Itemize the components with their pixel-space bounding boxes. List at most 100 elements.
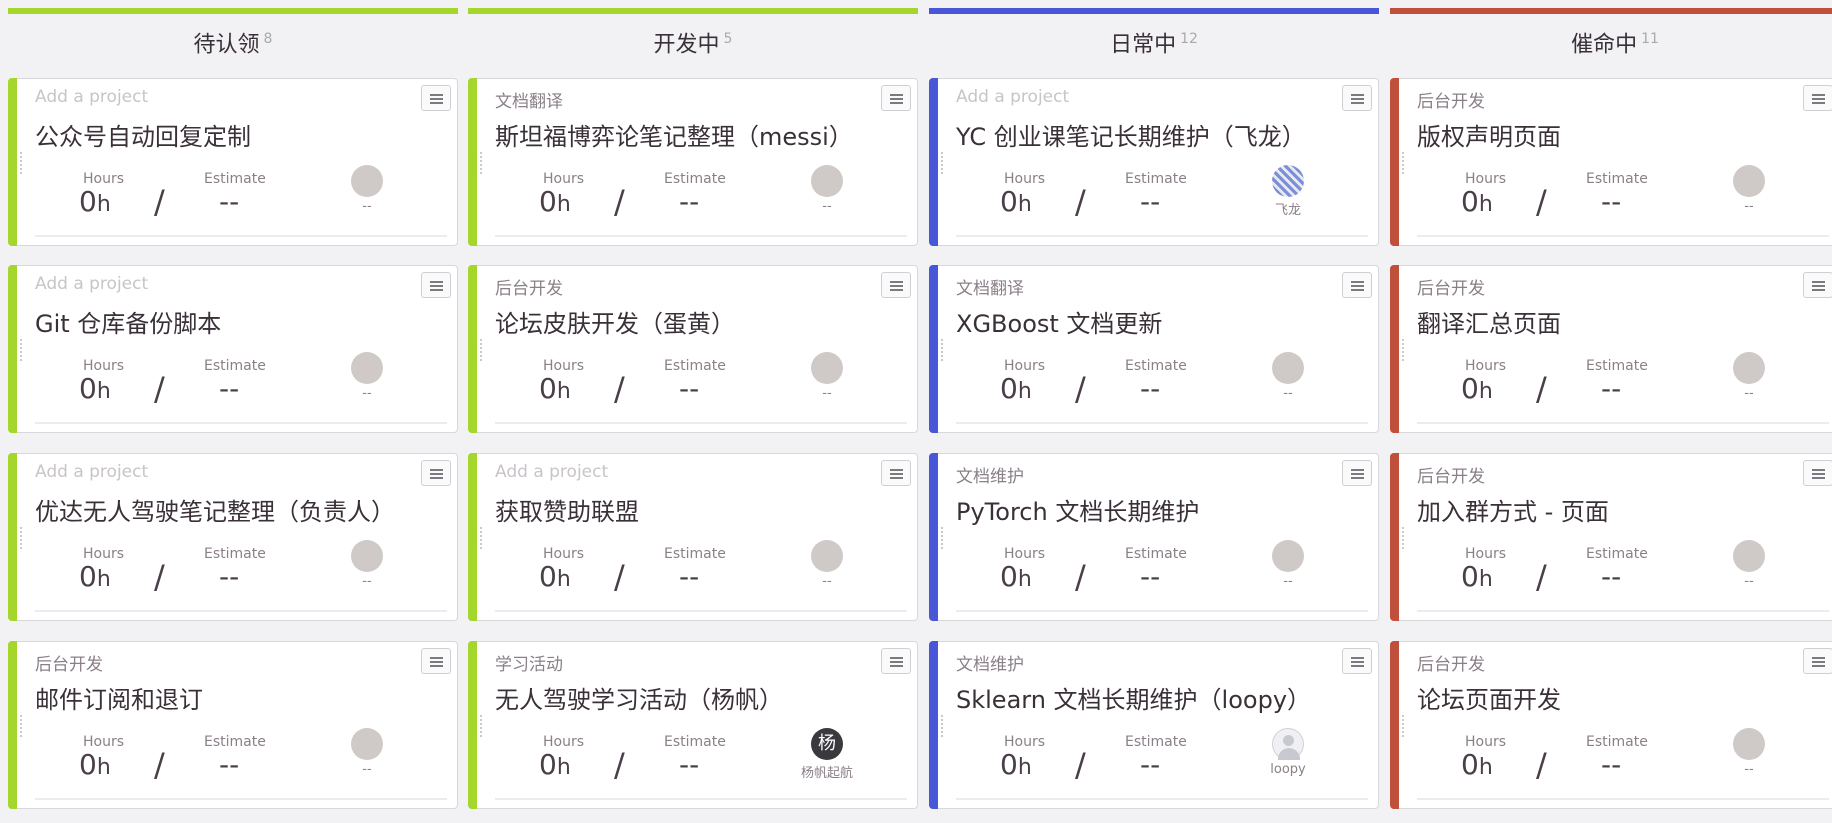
- estimate-value[interactable]: --: [679, 185, 699, 218]
- card-title[interactable]: 翻译汇总页面: [1417, 304, 1561, 339]
- card-menu-button[interactable]: [421, 85, 451, 111]
- card-menu-button[interactable]: [421, 460, 451, 486]
- estimate-value[interactable]: --: [219, 560, 239, 593]
- card-menu-button[interactable]: [1342, 648, 1372, 674]
- avatar[interactable]: [1272, 165, 1304, 197]
- hours-value[interactable]: 0h: [1461, 185, 1493, 218]
- project-tag[interactable]: Add a project: [35, 462, 148, 482]
- drag-handle-icon[interactable]: [940, 338, 944, 362]
- avatar[interactable]: [1272, 540, 1304, 572]
- hours-value[interactable]: 0h: [539, 372, 571, 405]
- drag-handle-icon[interactable]: [1401, 151, 1405, 175]
- avatar[interactable]: [1272, 352, 1304, 384]
- project-tag[interactable]: 学习活动: [495, 650, 563, 675]
- hours-value[interactable]: 0h: [1461, 560, 1493, 593]
- hours-value[interactable]: 0h: [1000, 372, 1032, 405]
- avatar[interactable]: [1733, 165, 1765, 197]
- card-menu-button[interactable]: [1803, 460, 1832, 486]
- hours-value[interactable]: 0h: [1461, 372, 1493, 405]
- hours-value[interactable]: 0h: [539, 185, 571, 218]
- hours-value[interactable]: 0h: [1000, 185, 1032, 218]
- task-card[interactable]: 后台开发 论坛皮肤开发（蛋黄） Hours Estimate 0h / -- --: [468, 265, 918, 433]
- drag-handle-icon[interactable]: [479, 714, 483, 738]
- avatar[interactable]: [1733, 540, 1765, 572]
- card-menu-button[interactable]: [1342, 272, 1372, 298]
- card-title[interactable]: 论坛页面开发: [1417, 680, 1561, 715]
- card-title[interactable]: 优达无人驾驶笔记整理（负责人）: [35, 492, 395, 527]
- estimate-value[interactable]: --: [219, 372, 239, 405]
- project-tag[interactable]: Add a project: [35, 87, 148, 107]
- drag-handle-icon[interactable]: [479, 151, 483, 175]
- avatar[interactable]: [351, 165, 383, 197]
- card-title[interactable]: Git 仓库备份脚本: [35, 304, 221, 339]
- avatar[interactable]: [811, 165, 843, 197]
- card-title[interactable]: 版权声明页面: [1417, 117, 1561, 152]
- project-tag[interactable]: 后台开发: [495, 274, 563, 299]
- card-title[interactable]: 论坛皮肤开发（蛋黄）: [495, 304, 735, 339]
- card-title[interactable]: Sklearn 文档长期维护（loopy）: [956, 680, 1311, 715]
- task-card[interactable]: 后台开发 邮件订阅和退订 Hours Estimate 0h / -- --: [8, 641, 458, 809]
- project-tag[interactable]: Add a project: [956, 87, 1069, 107]
- task-card[interactable]: 后台开发 加入群方式 - 页面 Hours Estimate 0h / -- --: [1390, 453, 1832, 621]
- estimate-value[interactable]: --: [1601, 185, 1621, 218]
- project-tag[interactable]: 后台开发: [1417, 87, 1485, 112]
- card-title[interactable]: 无人驾驶学习活动（杨帆）: [495, 680, 783, 715]
- card-menu-button[interactable]: [1342, 85, 1372, 111]
- estimate-value[interactable]: --: [1140, 185, 1160, 218]
- project-tag[interactable]: 文档翻译: [956, 274, 1024, 299]
- task-card[interactable]: Add a project Git 仓库备份脚本 Hours Estimate 0h / -…: [8, 265, 458, 433]
- card-menu-button[interactable]: [1803, 85, 1832, 111]
- card-menu-button[interactable]: [1803, 648, 1832, 674]
- hours-value[interactable]: 0h: [1461, 748, 1493, 781]
- task-card[interactable]: Add a project 优达无人驾驶笔记整理（负责人） Hours Estimat…: [8, 453, 458, 621]
- hours-value[interactable]: 0h: [1000, 748, 1032, 781]
- estimate-value[interactable]: --: [1601, 560, 1621, 593]
- avatar[interactable]: [811, 352, 843, 384]
- hours-value[interactable]: 0h: [1000, 560, 1032, 593]
- card-menu-button[interactable]: [1342, 460, 1372, 486]
- project-tag[interactable]: 文档翻译: [495, 87, 563, 112]
- project-tag[interactable]: 文档维护: [956, 650, 1024, 675]
- estimate-value[interactable]: --: [1140, 560, 1160, 593]
- drag-handle-icon[interactable]: [19, 714, 23, 738]
- drag-handle-icon[interactable]: [19, 526, 23, 550]
- card-menu-button[interactable]: [881, 460, 911, 486]
- task-card[interactable]: 文档维护 PyTorch 文档长期维护 Hours Estimate 0h / -- --: [929, 453, 1379, 621]
- card-menu-button[interactable]: [1803, 272, 1832, 298]
- avatar[interactable]: [351, 540, 383, 572]
- project-tag[interactable]: 后台开发: [1417, 650, 1485, 675]
- project-tag[interactable]: 文档维护: [956, 462, 1024, 487]
- estimate-value[interactable]: --: [219, 748, 239, 781]
- card-menu-button[interactable]: [881, 648, 911, 674]
- hours-value[interactable]: 0h: [539, 560, 571, 593]
- estimate-value[interactable]: --: [1140, 748, 1160, 781]
- task-card[interactable]: 后台开发 版权声明页面 Hours Estimate 0h / -- --: [1390, 78, 1832, 246]
- project-tag[interactable]: 后台开发: [1417, 274, 1485, 299]
- hours-value[interactable]: 0h: [79, 560, 111, 593]
- card-menu-button[interactable]: [421, 648, 451, 674]
- estimate-value[interactable]: --: [1601, 372, 1621, 405]
- card-title[interactable]: XGBoost 文档更新: [956, 304, 1162, 339]
- drag-handle-icon[interactable]: [19, 151, 23, 175]
- estimate-value[interactable]: --: [679, 748, 699, 781]
- drag-handle-icon[interactable]: [479, 338, 483, 362]
- drag-handle-icon[interactable]: [19, 338, 23, 362]
- card-title[interactable]: 加入群方式 - 页面: [1417, 492, 1609, 527]
- estimate-value[interactable]: --: [219, 185, 239, 218]
- estimate-value[interactable]: --: [679, 372, 699, 405]
- card-title[interactable]: 邮件订阅和退订: [35, 680, 203, 715]
- drag-handle-icon[interactable]: [479, 526, 483, 550]
- drag-handle-icon[interactable]: [1401, 714, 1405, 738]
- hours-value[interactable]: 0h: [79, 185, 111, 218]
- avatar[interactable]: [811, 540, 843, 572]
- task-card[interactable]: 文档翻译 斯坦福博弈论笔记整理（messi） Hours Estimate 0h / -- -…: [468, 78, 918, 246]
- estimate-value[interactable]: --: [1140, 372, 1160, 405]
- avatar[interactable]: [1272, 728, 1304, 760]
- task-card[interactable]: 文档翻译 XGBoost 文档更新 Hours Estimate 0h / -- --: [929, 265, 1379, 433]
- card-menu-button[interactable]: [881, 85, 911, 111]
- card-menu-button[interactable]: [421, 272, 451, 298]
- task-card[interactable]: 后台开发 翻译汇总页面 Hours Estimate 0h / -- --: [1390, 265, 1832, 433]
- card-title[interactable]: PyTorch 文档长期维护: [956, 492, 1199, 527]
- avatar[interactable]: [351, 728, 383, 760]
- avatar[interactable]: 杨: [811, 728, 843, 760]
